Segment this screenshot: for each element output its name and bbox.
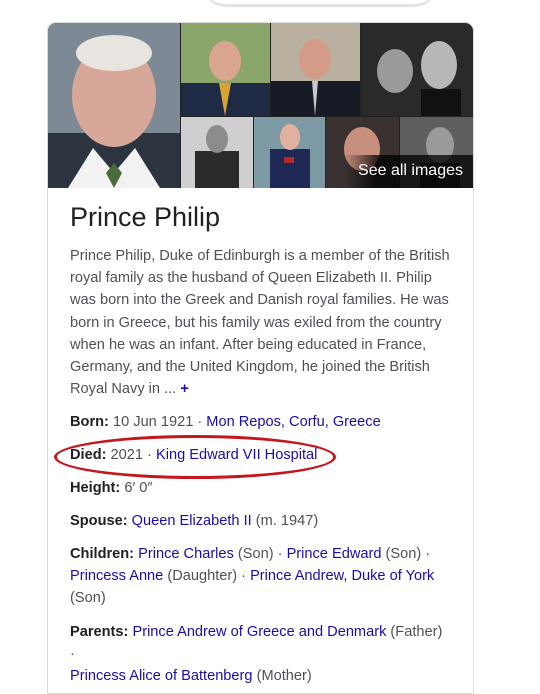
- description-text: Prince Philip, Duke of Edinburgh is a me…: [70, 248, 450, 398]
- top-decoration: [200, 0, 440, 7]
- fact-born: Born: 10 Jun 1921 · Mon Repos, Corfu, Gr…: [70, 411, 450, 433]
- birthplace-link[interactable]: Mon Repos, Corfu, Greece: [206, 414, 380, 430]
- child-link-edward[interactable]: Prince Edward: [287, 546, 382, 562]
- fact-born-label: Born:: [70, 414, 109, 430]
- child-link-anne[interactable]: Princess Anne: [70, 568, 163, 584]
- portrait-image-2[interactable]: [181, 23, 270, 116]
- image-grid[interactable]: See all images: [48, 23, 473, 188]
- parent-link-mother[interactable]: Princess Alice of Battenberg: [70, 668, 253, 684]
- child-note: (Daughter) ·: [163, 568, 251, 585]
- entity-title: Prince Philip: [70, 202, 221, 232]
- fact-died: Died: 2021 · King Edward VII Hospital: [70, 444, 450, 466]
- child-link-andrew[interactable]: Prince Andrew, Duke of York: [250, 568, 434, 584]
- entity-description: Prince Philip, Duke of Edinburgh is a me…: [70, 245, 451, 400]
- fact-height-value: 6′ 0″: [124, 480, 153, 496]
- child-note: (Son) ·: [381, 546, 431, 562]
- death-place-link[interactable]: King Edward VII Hospital: [156, 447, 317, 463]
- child-note: (Son): [70, 590, 106, 607]
- fact-spouse: Spouse: Queen Elizabeth II (m. 1947): [70, 510, 450, 532]
- fact-spouse-label: Spouse:: [70, 513, 128, 529]
- portrait-image-4[interactable]: [361, 23, 473, 116]
- child-link-charles[interactable]: Prince Charles: [138, 546, 234, 562]
- child-note: (Son) ·: [233, 546, 287, 562]
- parent-note: (Mother): [252, 668, 312, 685]
- panel-content: Prince Philip Prince Philip, Duke of Edi…: [48, 188, 473, 400]
- fact-children-label: Children:: [70, 546, 135, 562]
- portrait-image-3[interactable]: [271, 23, 360, 116]
- see-all-images-link[interactable]: See all images: [344, 155, 473, 188]
- fact-died-label: Died:: [70, 447, 107, 463]
- fact-height: Height: 6′ 0″: [70, 477, 450, 499]
- parent-link-father[interactable]: Prince Andrew of Greece and Denmark: [132, 624, 386, 640]
- fact-height-label: Height:: [70, 480, 121, 496]
- fact-died-year: 2021 ·: [110, 447, 156, 463]
- portrait-image-5[interactable]: [181, 117, 253, 188]
- spouse-marriage-note: (m. 1947): [251, 513, 319, 529]
- fact-parents: Parents: Prince Andrew of Greece and Den…: [70, 621, 450, 688]
- spouse-link[interactable]: Queen Elizabeth II: [132, 513, 252, 529]
- portrait-image-main[interactable]: [48, 23, 180, 188]
- knowledge-panel: See all images Prince Philip Prince Phil…: [47, 22, 474, 694]
- fact-parents-label: Parents:: [70, 624, 129, 640]
- portrait-image-6[interactable]: [254, 117, 325, 188]
- fact-born-date: 10 Jun 1921 ·: [112, 414, 207, 430]
- fact-children: Children: Prince Charles (Son) · Prince …: [70, 543, 450, 610]
- expand-description-button[interactable]: +: [180, 381, 189, 397]
